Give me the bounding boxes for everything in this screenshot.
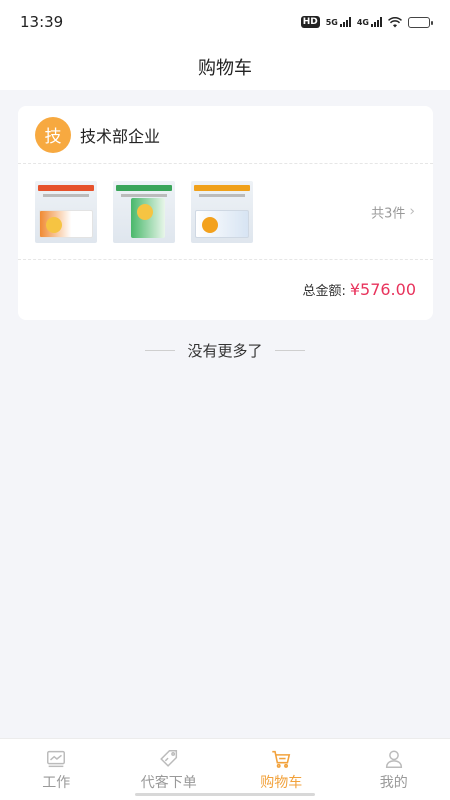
battery-icon: [408, 16, 433, 28]
chevron-right-icon: ›: [409, 203, 415, 220]
tab-cart[interactable]: 购物车: [225, 739, 338, 800]
tab-work-label: 工作: [42, 774, 71, 791]
total-row: 总金额: ¥576.00: [18, 260, 433, 318]
product-thumbnail-3[interactable]: [191, 180, 253, 243]
tab-cart-label: 购物车: [260, 774, 303, 791]
tab-bar: 工作 代客下单 购物车 我的: [0, 738, 450, 800]
item-count-link[interactable]: 共3件 ›: [371, 202, 415, 222]
list-end-text: 没有更多了: [187, 341, 263, 360]
tab-order[interactable]: 代客下单: [113, 739, 226, 800]
hd-icon: HD: [300, 16, 320, 28]
tag-icon: [159, 749, 177, 767]
page-title: 购物车: [198, 58, 252, 79]
cart-card[interactable]: 技 技术部企业 共3件 › 总金额: ¥576.00: [18, 106, 433, 320]
nav-bar: 购物车: [0, 44, 450, 90]
tab-mine-label: 我的: [379, 774, 408, 791]
status-bar: 13:39 HD 5G 4G: [0, 0, 450, 44]
shop-name: 技术部企业: [80, 126, 161, 146]
home-indicator[interactable]: [135, 793, 315, 796]
tab-order-label: 代客下单: [140, 774, 197, 791]
divider-right: [274, 349, 305, 351]
shop-avatar: 技: [35, 116, 71, 153]
item-count: 共3件: [371, 206, 406, 221]
shop-header[interactable]: 技 技术部企业: [18, 106, 433, 164]
total-amount: ¥576.00: [349, 279, 416, 299]
status-time: 13:39: [20, 13, 64, 31]
chart-icon: [47, 750, 66, 767]
cart-icon: [272, 750, 291, 768]
tab-work[interactable]: 工作: [0, 739, 113, 800]
signal-5g-icon: 5G: [326, 17, 351, 27]
tab-mine[interactable]: 我的: [338, 739, 450, 800]
user-icon: [385, 749, 402, 768]
status-icons: HD 5G 4G: [300, 16, 433, 28]
total-label: 总金额:: [302, 283, 346, 299]
divider-left: [145, 349, 176, 351]
list-end: 没有更多了: [0, 338, 450, 362]
goods-row[interactable]: 共3件 ›: [18, 164, 433, 260]
product-thumbnail-1[interactable]: [35, 180, 97, 243]
wifi-icon: [388, 16, 402, 27]
product-thumbnail-2[interactable]: [113, 180, 175, 243]
signal-4g-icon: 4G: [357, 17, 382, 27]
